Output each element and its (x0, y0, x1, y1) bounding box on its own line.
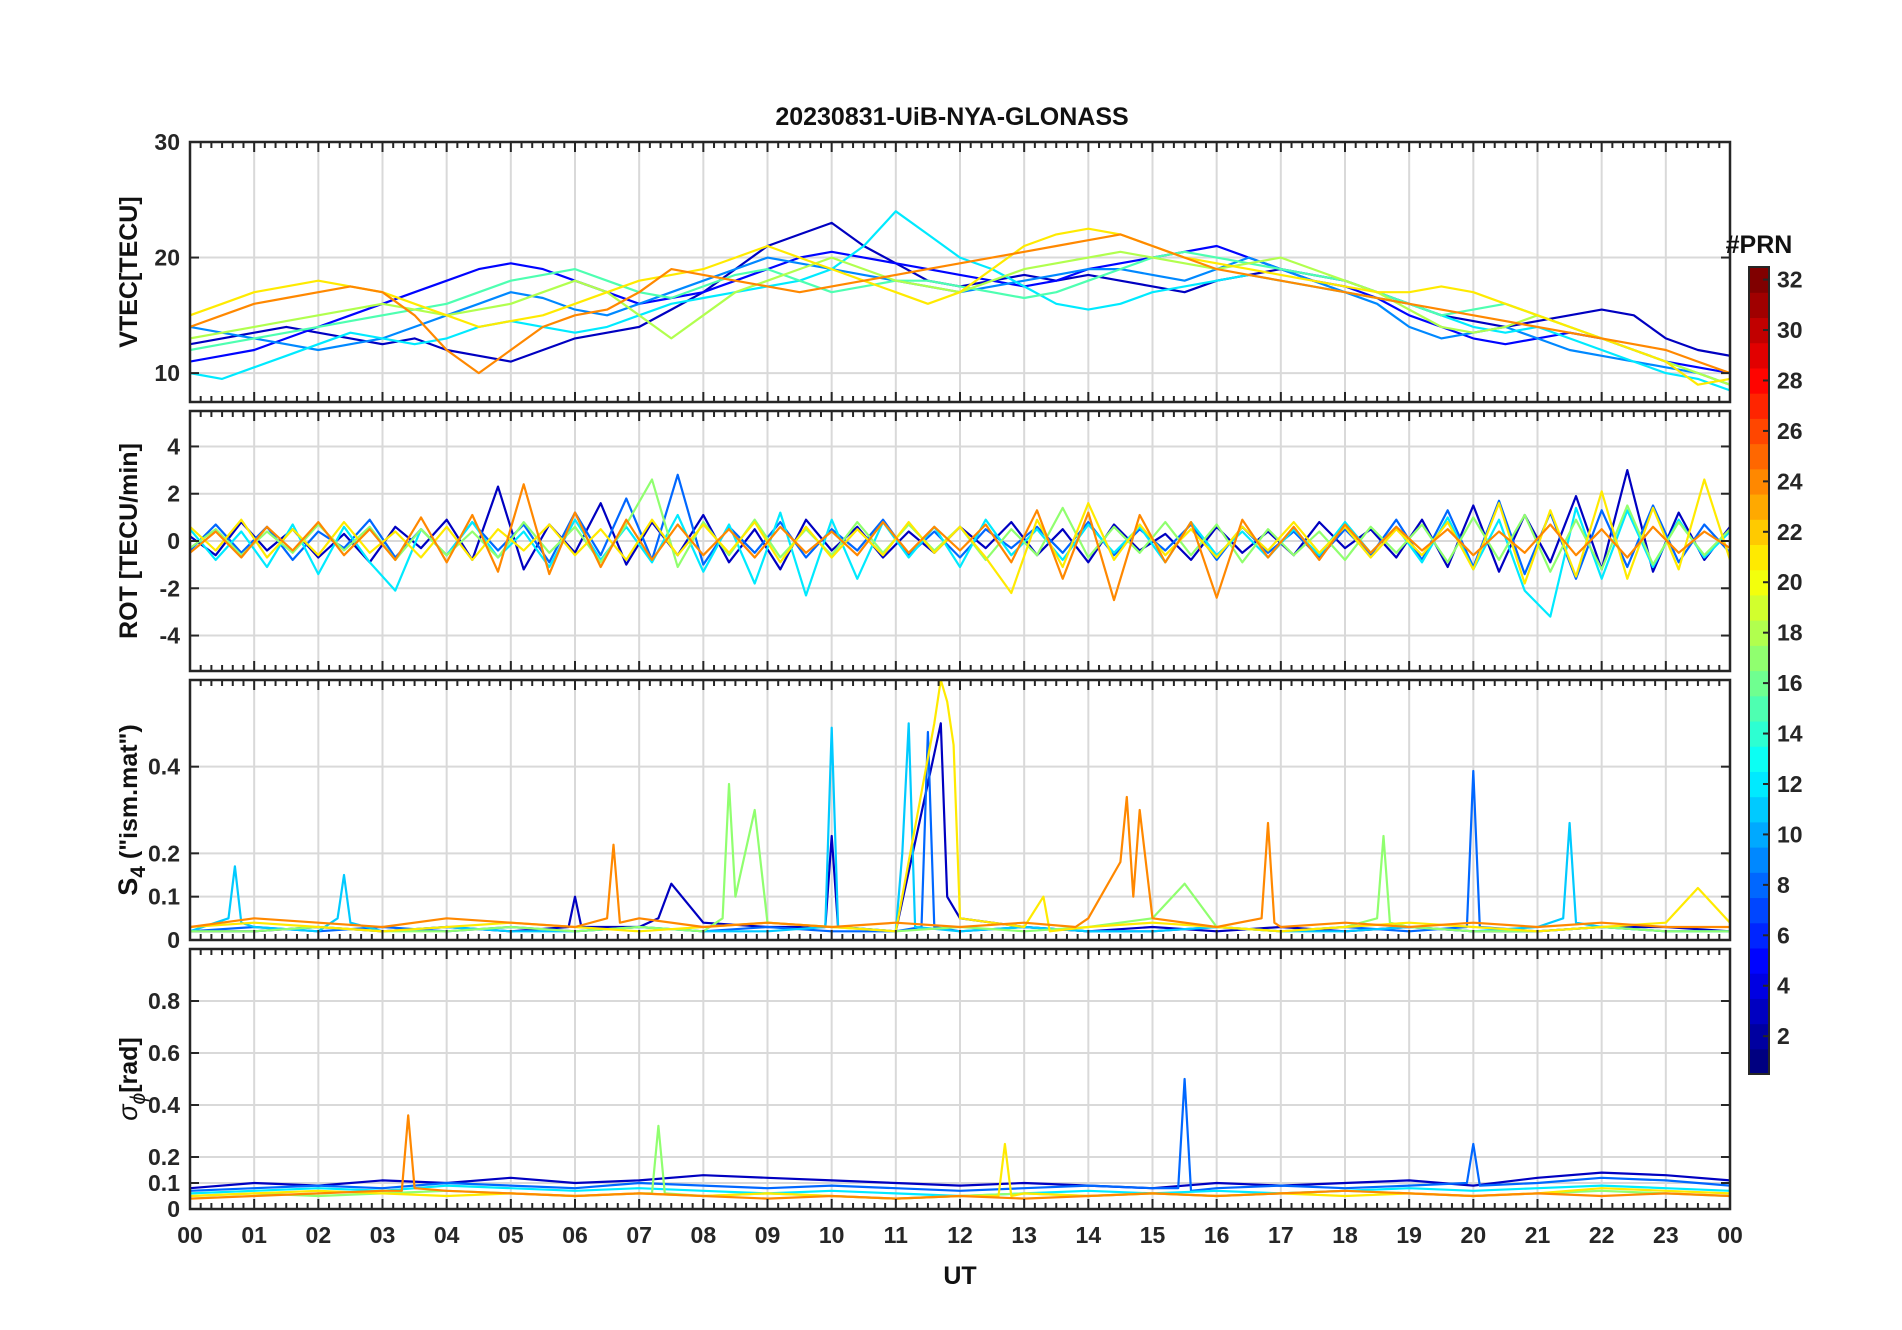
panel-2: -4 -2 0 2 4 ROT [TECU/min] (115, 409, 1732, 673)
colorbar-tick-label: 2 (1777, 1023, 1790, 1049)
y-tick-label: 0.1 (148, 884, 180, 910)
colorbar-tick-label: 16 (1777, 670, 1803, 696)
y-tick-label: 0 (167, 1196, 180, 1222)
x-tick-label: 12 (947, 1222, 973, 1248)
x-tick-label: 05 (498, 1222, 524, 1248)
colorbar-swatch (1749, 544, 1769, 571)
y-tick-label: 4 (167, 433, 180, 459)
x-tick-label: 10 (819, 1222, 845, 1248)
y-axis-label-main: σ (113, 1103, 143, 1121)
colorbar-tick-label: 24 (1777, 468, 1803, 494)
x-tick-label: 16 (1204, 1222, 1230, 1248)
x-tick-label: 08 (691, 1222, 717, 1248)
y-tick-label: 20 (154, 245, 180, 271)
y-tick-label: 0 (167, 528, 180, 554)
x-tick-label: 02 (306, 1222, 332, 1248)
x-tick-label: 21 (1525, 1222, 1551, 1248)
colorbar-swatch (1749, 947, 1769, 974)
colorbar-tick-label: 30 (1777, 317, 1803, 343)
y-tick-label: 2 (167, 481, 180, 507)
colorbar-swatch (1749, 746, 1769, 772)
y-tick-label: 30 (154, 129, 180, 155)
x-tick-label: 01 (241, 1222, 267, 1248)
colorbar: 2468101214161820222426283032#PRN (1726, 231, 1803, 1075)
y-tick-label: 0.8 (148, 988, 180, 1014)
y-tick-label: 0.4 (148, 754, 180, 780)
y-axis-label-main: S (113, 878, 143, 896)
colorbar-tick-label: 20 (1777, 569, 1803, 595)
y-axis-label: S4 ("ism.mat") (113, 724, 150, 896)
x-tick-label: 14 (1076, 1222, 1102, 1248)
figure: 20230831-UiB-NYA-GLONASS 102030VTEC[TECU… (113, 103, 1803, 1290)
x-tick-label: 22 (1589, 1222, 1615, 1248)
y-axis-label-sub: 4 (127, 866, 150, 878)
chart-title: 20230831-UiB-NYA-GLONASS (775, 103, 1128, 131)
colorbar-swatch (1749, 897, 1769, 924)
y-tick-label: 0.2 (148, 1144, 180, 1170)
y-axis-label: ROT [TECU/min] (115, 443, 143, 639)
x-tick-label: 11 (884, 1222, 909, 1248)
y-tick-label: 0.2 (148, 840, 180, 866)
y-tick-label: 0.6 (148, 1040, 180, 1066)
colorbar-tick-label: 14 (1777, 721, 1803, 747)
x-tick-label: 03 (370, 1222, 396, 1248)
colorbar-swatch (1749, 594, 1769, 621)
panel-4: 00.10.2 0.4 0.6 0.8 σϕ[rad] 00 01 02 03 04 05 06 07 0… (113, 947, 1743, 1290)
x-tick-label: 15 (1140, 1222, 1166, 1248)
colorbar-swatch (1749, 796, 1769, 823)
colorbar-tick-label: 6 (1777, 922, 1790, 948)
colorbar-tick-label: 8 (1777, 872, 1790, 898)
colorbar-swatch (1749, 393, 1769, 419)
colorbar-swatch (1749, 443, 1769, 470)
y-tick-label: 0.4 (148, 1092, 180, 1118)
y-tick-label: 0 (167, 927, 180, 953)
x-axis-label: UT (943, 1262, 976, 1290)
colorbar-tick-label: 12 (1777, 771, 1803, 797)
panel-1: 10 20 30 VTEC[TECU] (115, 129, 1732, 404)
colorbar-tick-label: 28 (1777, 367, 1803, 393)
y-axis-label-sub: ϕ (127, 1093, 150, 1105)
x-tick-label: 18 (1332, 1222, 1358, 1248)
y-tick-label: -2 (160, 575, 180, 601)
y-axis-label: σϕ[rad] (113, 1037, 150, 1121)
x-tick-label: 04 (434, 1222, 460, 1248)
x-tick-label: 00 (177, 1222, 203, 1248)
panels: 102030VTEC[TECU]-4-2024ROT [TECU/min]00.… (113, 129, 1743, 1290)
colorbar-swatch (1749, 998, 1769, 1025)
panel-3: 00.10.20.4S4 ("ism.mat") (113, 678, 1732, 953)
colorbar-tick-label: 4 (1777, 973, 1790, 999)
colorbar-swatch (1749, 342, 1769, 369)
x-tick-label: 07 (626, 1222, 652, 1248)
colorbar-tick-label: 32 (1777, 267, 1803, 293)
y-tick-label: -4 (160, 623, 181, 649)
x-tick-label: 19 (1396, 1222, 1422, 1248)
y-tick-label: 0.1 (148, 1170, 180, 1196)
colorbar-swatch (1749, 493, 1769, 520)
colorbar-swatch (1749, 847, 1769, 873)
colorbar-swatch (1749, 695, 1769, 722)
colorbar-tick-label: 10 (1777, 821, 1803, 847)
x-tick-label: 23 (1653, 1222, 1679, 1248)
colorbar-tick-label: 18 (1777, 620, 1803, 646)
colorbar-swatch (1749, 292, 1769, 319)
y-axis-label-rest: [rad] (115, 1037, 143, 1093)
colorbar-tick-label: 26 (1777, 418, 1803, 444)
y-tick-label: 10 (154, 360, 180, 386)
colorbar-swatch (1749, 645, 1769, 672)
x-tick-label: 13 (1011, 1222, 1037, 1248)
x-tick-label: 09 (755, 1222, 781, 1248)
y-axis-label: VTEC[TECU] (115, 196, 143, 347)
colorbar-swatch (1749, 1048, 1769, 1075)
colorbar-tick-label: 22 (1777, 519, 1803, 545)
x-tick-label: 06 (562, 1222, 588, 1248)
y-axis-label-rest: ("ism.mat") (115, 724, 143, 866)
x-tick-label: 20 (1461, 1222, 1487, 1248)
colorbar-title: #PRN (1726, 231, 1793, 259)
x-tick-label: 17 (1268, 1222, 1294, 1248)
x-tick-label: 00 (1717, 1222, 1743, 1248)
